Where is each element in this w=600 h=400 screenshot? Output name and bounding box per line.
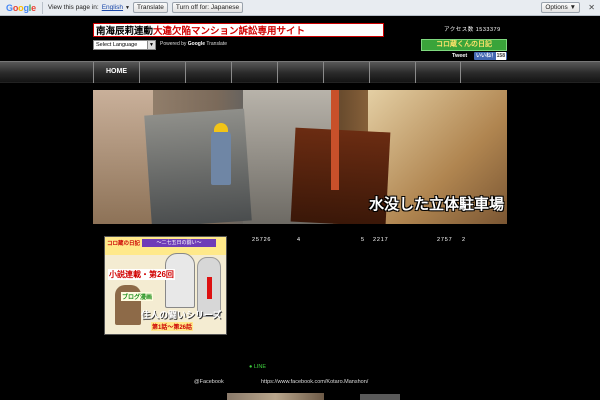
access-counter: アクセス数 1533379 bbox=[444, 27, 501, 33]
powered-suffix: Translate bbox=[206, 41, 228, 47]
google-mini-logo: Google bbox=[187, 41, 206, 47]
nav-item[interactable] bbox=[231, 62, 277, 83]
stat-value: 2757 bbox=[437, 237, 453, 243]
chevron-down-icon: ▼ bbox=[147, 41, 155, 49]
manga-small-title: コロ蔵の日記 bbox=[107, 241, 141, 247]
bottom-thumbnail[interactable] bbox=[227, 393, 324, 400]
hero-photo bbox=[93, 90, 153, 224]
manga-character bbox=[115, 285, 141, 325]
stat-value: 2217 bbox=[373, 237, 389, 243]
google-logo: Google bbox=[6, 2, 36, 13]
tweet-button[interactable]: Tweet bbox=[452, 53, 467, 59]
language-link[interactable]: English bbox=[102, 4, 123, 11]
manga-headline: 小説連載・第26回 bbox=[108, 269, 175, 280]
like-count: 158 bbox=[495, 52, 506, 60]
stat-value: 5 bbox=[361, 237, 365, 243]
banner-title-part2: 大違欠陥マンション訴訟専用サイト bbox=[153, 26, 306, 37]
manga-tie bbox=[207, 277, 212, 299]
divider bbox=[41, 1, 43, 14]
facebook-label: @Facebook bbox=[194, 379, 224, 385]
main-nav: HOME bbox=[0, 61, 600, 83]
nav-item-home[interactable]: HOME bbox=[93, 62, 139, 83]
line-link[interactable]: ● LINE bbox=[249, 364, 266, 370]
nav-item-label: HOME bbox=[106, 68, 127, 75]
options-button[interactable]: Options ▼ bbox=[541, 2, 580, 13]
stat-value: 2 bbox=[462, 237, 466, 243]
turn-off-button[interactable]: Turn off for: Japanese bbox=[171, 2, 244, 13]
hero-caption: 水没した立体駐車場 bbox=[368, 196, 504, 213]
nav-item[interactable] bbox=[415, 62, 461, 83]
manga-series: 住人の闘いシリーズ bbox=[141, 310, 222, 320]
manga-sub: ブログ漫画 bbox=[121, 292, 154, 301]
facebook-url-link[interactable]: https://www.facebook.com/Kotaro.Manshon/ bbox=[261, 379, 368, 385]
hero-pipe bbox=[331, 90, 339, 190]
nav-item[interactable] bbox=[139, 62, 185, 83]
view-page-text: View this page in: bbox=[47, 4, 99, 11]
translate-button[interactable]: Translate bbox=[133, 2, 168, 13]
manga-character bbox=[165, 253, 195, 308]
site-title-banner[interactable]: 南海辰莉連動 大違欠陥マンション訴訟専用サイト bbox=[93, 23, 384, 37]
worker-figure bbox=[211, 130, 231, 185]
facebook-like-button[interactable]: いいね！ 158 bbox=[474, 52, 507, 60]
google-translate-bar: Google View this page in: English ▼ Tran… bbox=[0, 0, 600, 16]
nav-item[interactable] bbox=[277, 62, 323, 83]
powered-by-google: Powered by Google Translate bbox=[160, 41, 227, 47]
hero-photo bbox=[144, 108, 252, 224]
nav-item[interactable] bbox=[323, 62, 369, 83]
stat-value: 25726 bbox=[252, 237, 272, 243]
manga-ribbon: ～二七五日の闘い～ bbox=[142, 239, 216, 247]
diary-badge-link[interactable]: コロ蔵くんの日記 bbox=[421, 39, 507, 51]
hero-banner: 水没した立体駐車場 bbox=[93, 90, 507, 224]
powered-prefix: Powered by bbox=[160, 41, 187, 47]
nav-item[interactable] bbox=[185, 62, 231, 83]
language-select-label: Select Language bbox=[96, 42, 138, 48]
close-icon[interactable]: ✕ bbox=[588, 2, 595, 13]
bottom-thumbnail[interactable] bbox=[360, 394, 400, 400]
helmet-icon bbox=[214, 123, 228, 132]
stat-value: 4 bbox=[297, 237, 301, 243]
nav-item[interactable] bbox=[369, 62, 415, 83]
like-label: いいね！ bbox=[476, 53, 497, 59]
chevron-down-icon[interactable]: ▼ bbox=[125, 5, 130, 11]
manga-thumbnail[interactable]: コロ蔵の日記 ～二七五日の闘い～ 小説連載・第26回 ブログ漫画 住人の闘いシリ… bbox=[104, 236, 227, 335]
language-select[interactable]: Select Language ▼ bbox=[93, 40, 156, 50]
banner-title-part1: 南海辰莉連動 bbox=[96, 26, 154, 37]
manga-footer: 第1話～第26話 bbox=[151, 322, 194, 331]
